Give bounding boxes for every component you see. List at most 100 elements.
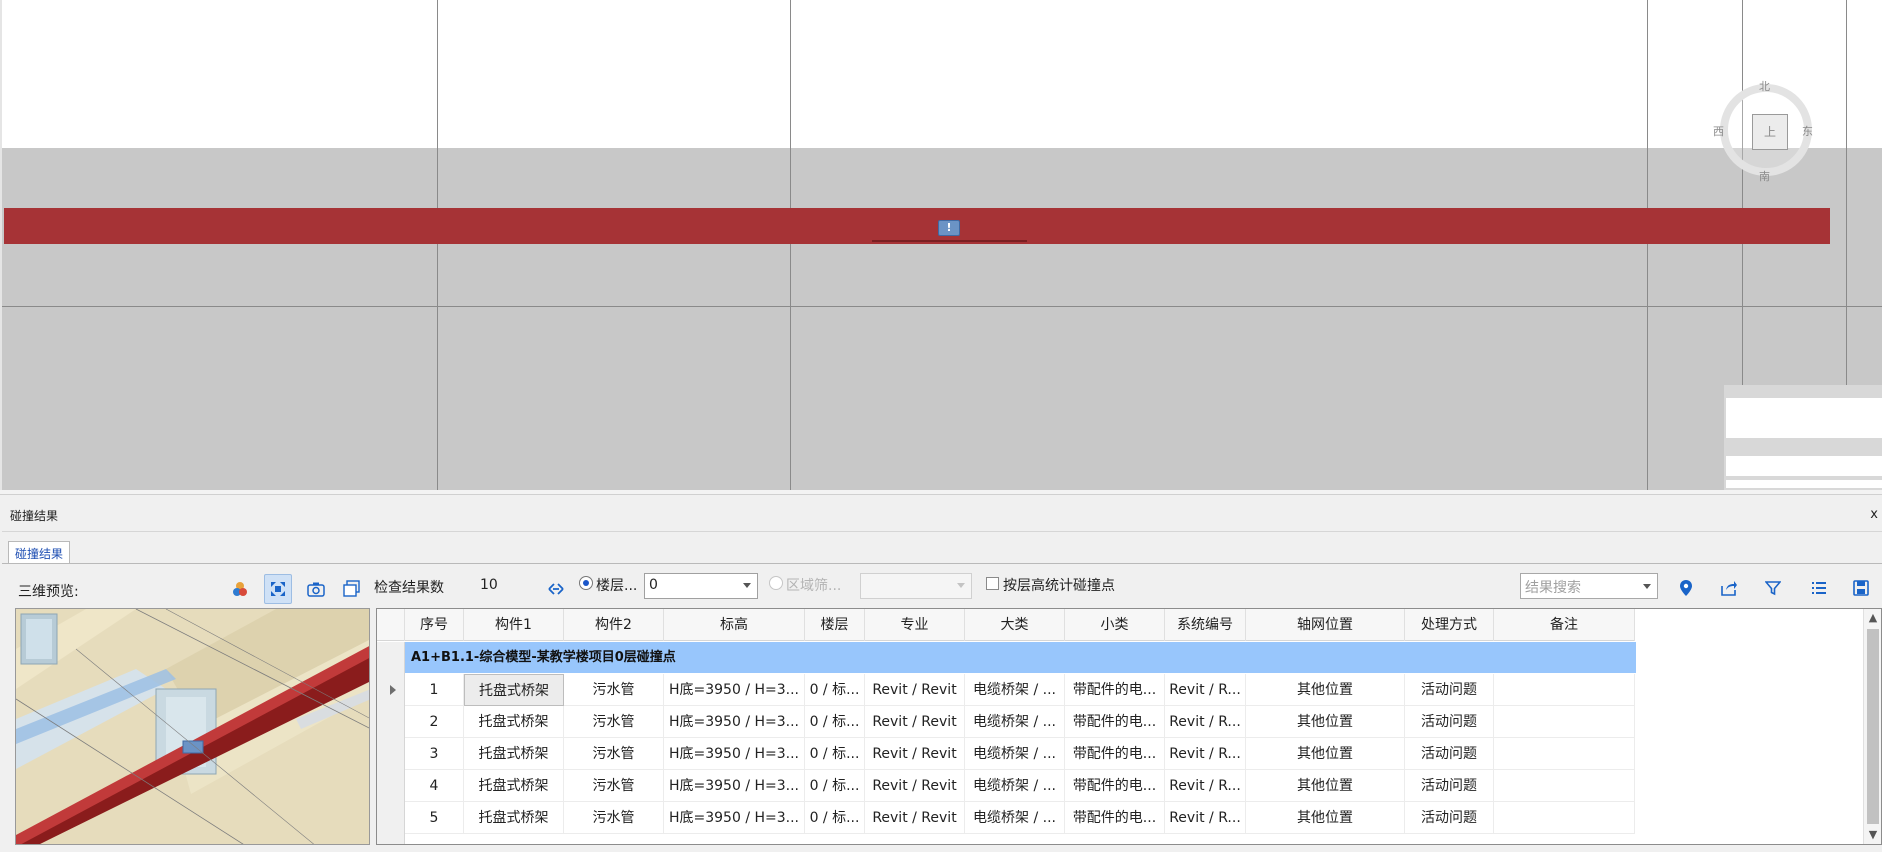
cell-disc[interactable]: Revit / Revit	[865, 802, 965, 834]
cell-c2[interactable]: 污水管	[564, 802, 664, 834]
cell-c2[interactable]: 污水管	[564, 738, 664, 770]
table-row[interactable]: 1 托盘式桥架 污水管 H底=3950 / H=3... 0 / 标... Revit /…	[405, 674, 1635, 706]
clash-marker-icon[interactable]: !	[938, 220, 960, 236]
camera-icon[interactable]	[302, 574, 330, 604]
cable-tray-element[interactable]	[4, 208, 1830, 244]
cell-handle[interactable]: 活动问题	[1405, 802, 1494, 834]
cell-axis[interactable]: 其他位置	[1246, 738, 1405, 770]
cell-minor[interactable]: 带配件的电...	[1065, 706, 1165, 738]
cell-major[interactable]: 电缆桥架 / ...	[965, 706, 1065, 738]
compass-west[interactable]: 西	[1713, 123, 1724, 139]
cell-c2[interactable]: 污水管	[564, 770, 664, 802]
cell-minor[interactable]: 带配件的电...	[1065, 770, 1165, 802]
cell-note[interactable]	[1494, 738, 1635, 770]
column-header[interactable]: 小类	[1065, 609, 1165, 641]
cell-major[interactable]: 电缆桥架 / ...	[965, 674, 1065, 706]
cell-note[interactable]	[1494, 706, 1635, 738]
cell-major[interactable]: 电缆桥架 / ...	[965, 802, 1065, 834]
3d-viewport[interactable]: ! 上 北 南 东 西	[0, 0, 1882, 490]
table-row[interactable]: 3 托盘式桥架 污水管 H底=3950 / H=3... 0 / 标... Revit /…	[405, 738, 1635, 770]
cell-no[interactable]: 1	[405, 674, 464, 706]
compass-east[interactable]: 东	[1802, 123, 1813, 139]
cell-no[interactable]: 2	[405, 706, 464, 738]
column-header[interactable]: 大类	[965, 609, 1065, 641]
region-radio[interactable]	[769, 576, 783, 590]
cell-major[interactable]: 电缆桥架 / ...	[965, 738, 1065, 770]
cell-sys[interactable]: Revit / R...	[1165, 706, 1246, 738]
cell-handle[interactable]: 活动问题	[1405, 738, 1494, 770]
cell-disc[interactable]: Revit / Revit	[865, 738, 965, 770]
column-header[interactable]: 轴网位置	[1246, 609, 1405, 641]
cell-floor[interactable]: 0 / 标...	[805, 770, 865, 802]
view-cube-compass[interactable]: 上	[1720, 84, 1812, 176]
cell-elev[interactable]: H底=3950 / H=3...	[664, 770, 805, 802]
cell-handle[interactable]: 活动问题	[1405, 706, 1494, 738]
list-icon[interactable]	[1806, 575, 1832, 601]
cell-sys[interactable]: Revit / R...	[1165, 738, 1246, 770]
cell-note[interactable]	[1494, 802, 1635, 834]
vertical-scrollbar[interactable]: ▲ ▼	[1863, 609, 1881, 844]
floor-radio[interactable]	[579, 576, 593, 590]
column-header[interactable]: 处理方式	[1405, 609, 1494, 641]
floor-select[interactable]: 0	[644, 573, 758, 599]
cell-floor[interactable]: 0 / 标...	[805, 674, 865, 706]
cell-note[interactable]	[1494, 674, 1635, 706]
table-row[interactable]: 2 托盘式桥架 污水管 H底=3950 / H=3... 0 / 标... Revit /…	[405, 706, 1635, 738]
cell-disc[interactable]: Revit / Revit	[865, 770, 965, 802]
cell-minor[interactable]: 带配件的电...	[1065, 738, 1165, 770]
cell-axis[interactable]: 其他位置	[1246, 674, 1405, 706]
double-arrow-icon[interactable]	[542, 574, 570, 604]
column-header[interactable]: 楼层	[805, 609, 865, 641]
3d-preview-image[interactable]	[15, 608, 370, 845]
table-row[interactable]: 5 托盘式桥架 污水管 H底=3950 / H=3... 0 / 标... Revit /…	[405, 802, 1635, 834]
color-palette-icon[interactable]	[226, 574, 254, 604]
cell-floor[interactable]: 0 / 标...	[805, 706, 865, 738]
cell-sys[interactable]: Revit / R...	[1165, 674, 1246, 706]
cell-axis[interactable]: 其他位置	[1246, 770, 1405, 802]
cell-no[interactable]: 5	[405, 802, 464, 834]
column-header[interactable]: 标高	[664, 609, 805, 641]
cell-elev[interactable]: H底=3950 / H=3...	[664, 706, 805, 738]
cell-c2[interactable]: 污水管	[564, 706, 664, 738]
cell-sys[interactable]: Revit / R...	[1165, 802, 1246, 834]
column-header[interactable]: 构件1	[464, 609, 564, 641]
tab-clash-results[interactable]: 碰撞结果	[8, 541, 71, 564]
compass-north[interactable]: 北	[1759, 78, 1770, 94]
column-header[interactable]: 构件2	[564, 609, 664, 641]
location-pin-icon[interactable]	[1673, 575, 1699, 601]
group-row-title[interactable]: A1+B1.1-综合模型-某教学楼项目0层碰撞点	[405, 642, 1636, 673]
view-cube-face[interactable]: 上	[1752, 114, 1788, 150]
cell-disc[interactable]: Revit / Revit	[865, 706, 965, 738]
cell-c1[interactable]: 托盘式桥架	[464, 674, 564, 706]
cell-elev[interactable]: H底=3950 / H=3...	[664, 738, 805, 770]
fit-view-icon[interactable]	[264, 574, 292, 604]
cell-minor[interactable]: 带配件的电...	[1065, 674, 1165, 706]
column-header[interactable]: 系统编号	[1165, 609, 1246, 641]
clash-results-table[interactable]: 序号 构件1 构件2 标高 楼层 专业 大类 小类 系统编号 轴网位置 处理方式…	[376, 608, 1882, 845]
cell-floor[interactable]: 0 / 标...	[805, 802, 865, 834]
column-header[interactable]: 序号	[405, 609, 464, 641]
scroll-thumb[interactable]	[1867, 629, 1879, 824]
cell-handle[interactable]: 活动问题	[1405, 674, 1494, 706]
cell-c1[interactable]: 托盘式桥架	[464, 802, 564, 834]
export-icon[interactable]	[1716, 575, 1742, 601]
close-icon[interactable]: x	[1870, 507, 1878, 522]
save-icon[interactable]	[1848, 575, 1874, 601]
cell-axis[interactable]: 其他位置	[1246, 802, 1405, 834]
cell-c1[interactable]: 托盘式桥架	[464, 706, 564, 738]
region-select[interactable]	[860, 573, 972, 599]
height-stat-checkbox[interactable]	[986, 577, 999, 590]
cell-elev[interactable]: H底=3950 / H=3...	[664, 802, 805, 834]
scroll-down-icon[interactable]: ▼	[1868, 829, 1878, 840]
cell-c1[interactable]: 托盘式桥架	[464, 770, 564, 802]
cell-elev[interactable]: H底=3950 / H=3...	[664, 674, 805, 706]
cell-no[interactable]: 4	[405, 770, 464, 802]
column-header[interactable]: 备注	[1494, 609, 1635, 641]
scroll-up-icon[interactable]: ▲	[1868, 612, 1878, 623]
cell-c1[interactable]: 托盘式桥架	[464, 738, 564, 770]
cell-c2[interactable]: 污水管	[564, 674, 664, 706]
cell-note[interactable]	[1494, 770, 1635, 802]
cell-handle[interactable]: 活动问题	[1405, 770, 1494, 802]
filter-icon[interactable]	[1760, 575, 1786, 601]
cell-major[interactable]: 电缆桥架 / ...	[965, 770, 1065, 802]
